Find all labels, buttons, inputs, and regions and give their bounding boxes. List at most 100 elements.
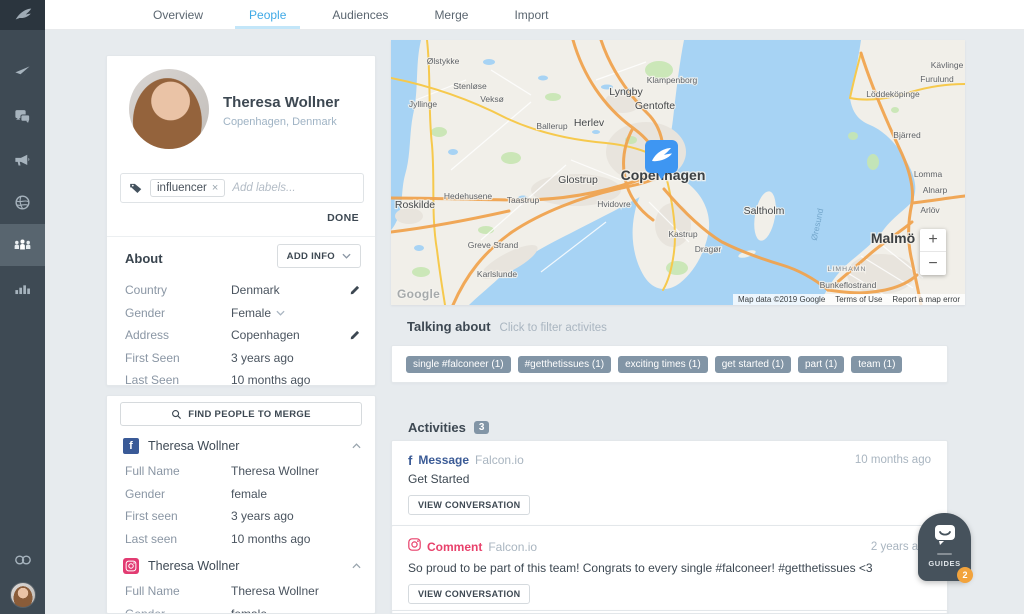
tab-people[interactable]: People <box>235 0 300 29</box>
talking-about-header: Talking about Click to filter activites <box>407 319 607 334</box>
remove-label-icon[interactable]: × <box>212 182 218 194</box>
add-info-button[interactable]: ADD INFO <box>277 244 361 268</box>
report-map-error-link[interactable]: Report a map error <box>887 294 965 305</box>
map-label-karlslunde: Karlslunde <box>477 269 517 279</box>
detail-value: female <box>231 487 361 501</box>
detail-label: Gender <box>125 306 231 320</box>
edit-icon[interactable] <box>349 284 361 296</box>
guides-widget[interactable]: GUIDES 2 <box>918 513 971 581</box>
topic-tag[interactable]: #getthetissues (1) <box>518 356 612 373</box>
google-logo: Google <box>397 287 440 301</box>
detail-value-text: Copenhagen <box>231 328 300 342</box>
map-label-glostrup: Glostrup <box>558 174 598 186</box>
link-icon <box>13 553 33 567</box>
detail-value: 10 months ago <box>231 373 361 387</box>
merge-card: FIND PEOPLE TO MERGE fTheresa WollnerFul… <box>106 395 376 614</box>
activities-count-badge: 3 <box>474 421 490 434</box>
detail-value: 3 years ago <box>231 351 361 365</box>
detail-label: Full Name <box>125 464 231 478</box>
tab-audiences[interactable]: Audiences <box>318 0 402 29</box>
sidebar-item-audience[interactable] <box>0 224 45 266</box>
topic-tag[interactable]: get started (1) <box>715 356 791 373</box>
map-label-kastrup: Kastrup <box>668 229 698 239</box>
detail-value: Theresa Wollner <box>231 584 361 598</box>
chevron-down-icon <box>342 253 351 259</box>
chat-bubbles-icon <box>13 107 32 126</box>
view-conversation-button[interactable]: VIEW CONVERSATION <box>408 495 530 515</box>
detail-row-first-seen: First Seen3 years ago <box>125 347 361 370</box>
tab-import[interactable]: Import <box>500 0 562 29</box>
collapse-chevron-icon[interactable] <box>352 563 361 569</box>
detail-label: First seen <box>125 509 231 523</box>
map-data-credit: Map data ©2019 Google <box>733 294 830 305</box>
label-chip-influencer[interactable]: influencer × <box>150 179 225 197</box>
activity-body: So proud to be part of this team! Congra… <box>408 561 931 575</box>
activities-title: Activities <box>408 420 466 435</box>
sidebar-item-engage[interactable] <box>0 95 45 137</box>
sidebar-item-publish[interactable] <box>0 52 45 94</box>
activity-header: CommentFalcon.io2 years ago <box>408 538 931 556</box>
merge-profile-name: Theresa Wollner <box>148 439 343 453</box>
edit-icon[interactable] <box>349 329 361 341</box>
map-label-arl-v: Arlöv <box>920 205 940 215</box>
topic-tag[interactable]: part (1) <box>798 356 844 373</box>
map[interactable]: ØlstykkeStenløseVeksøJyllingeBallerupHer… <box>391 40 965 305</box>
activity-header: fMessageFalcon.io10 months ago <box>408 453 931 467</box>
detail-row-last-seen: Last seen10 months ago <box>125 528 361 551</box>
instagram-icon <box>123 558 139 574</box>
falcon-icon <box>12 4 34 26</box>
labels-input[interactable]: influencer × Add labels... <box>120 173 364 203</box>
collapse-chevron-icon[interactable] <box>352 443 361 449</box>
activities-header: Activities 3 <box>408 420 489 435</box>
add-info-label: ADD INFO <box>287 251 335 262</box>
detail-value-text: Theresa Wollner <box>231 464 319 478</box>
map-label-herlev: Herlev <box>574 117 605 129</box>
detail-value: 10 months ago <box>231 532 361 546</box>
activity-source: Falcon.io <box>475 453 524 467</box>
detail-row-address: AddressCopenhagen <box>125 324 361 347</box>
sidebar-item-listen[interactable] <box>0 181 45 223</box>
activity-type: Message <box>418 453 469 467</box>
detail-label: Gender <box>125 487 231 501</box>
map-label-k-vlinge: Kävlinge <box>931 60 964 70</box>
content-area: Theresa Wollner Copenhagen, Denmark infl… <box>45 30 1024 614</box>
tab-merge[interactable]: Merge <box>420 0 482 29</box>
detail-value-text: Denmark <box>231 283 280 297</box>
zoom-out-button[interactable]: − <box>920 252 946 275</box>
sidebar-item-links[interactable] <box>0 548 45 572</box>
people-icon <box>12 235 33 256</box>
find-people-to-merge-button[interactable]: FIND PEOPLE TO MERGE <box>120 402 362 426</box>
detail-value: female <box>231 607 361 614</box>
topic-tag[interactable]: single #falconeer (1) <box>406 356 511 373</box>
chevron-down-icon[interactable] <box>276 310 285 316</box>
detail-value-text: Theresa Wollner <box>231 584 319 598</box>
zoom-in-button[interactable]: + <box>920 229 946 252</box>
talking-about-tags: single #falconeer (1) #getthetissues (1) e… <box>391 345 948 383</box>
map-label-bj-rred: Bjärred <box>893 130 921 140</box>
detail-row-gender: Genderfemale <box>125 603 361 614</box>
map-attribution: Map data ©2019 Google Terms of Use Repor… <box>733 294 965 305</box>
terms-of-use-link[interactable]: Terms of Use <box>830 294 887 305</box>
detail-value: Denmark <box>231 283 361 297</box>
sidebar-item-measure[interactable] <box>0 267 45 309</box>
tab-overview[interactable]: Overview <box>139 0 217 29</box>
map-label-lomma: Lomma <box>914 169 943 179</box>
detail-row-gender: Genderfemale <box>125 483 361 506</box>
sidebar-item-advertise[interactable] <box>0 138 45 180</box>
instagram-icon <box>408 538 421 556</box>
done-button[interactable]: DONE <box>327 212 359 224</box>
topic-tag[interactable]: exciting times (1) <box>618 356 708 373</box>
falcon-logo[interactable] <box>0 0 45 30</box>
topic-tag[interactable]: team (1) <box>851 356 902 373</box>
map-label-gentofte: Gentofte <box>635 100 675 112</box>
user-avatar[interactable] <box>10 582 36 608</box>
map-label-greve-strand: Greve Strand <box>468 240 519 250</box>
map-label-taastrup: Taastrup <box>507 195 540 205</box>
about-rows: CountryDenmarkGenderFemaleAddressCopenha… <box>125 279 361 392</box>
map-label-limhamn: LIMHAMN <box>827 266 866 273</box>
activity-timestamp: 10 months ago <box>855 454 931 466</box>
detail-value-text: 10 months ago <box>231 373 310 387</box>
view-conversation-button[interactable]: VIEW CONVERSATION <box>408 584 530 604</box>
detail-label: Full Name <box>125 584 231 598</box>
map-label-malm-: Malmö <box>871 230 915 246</box>
